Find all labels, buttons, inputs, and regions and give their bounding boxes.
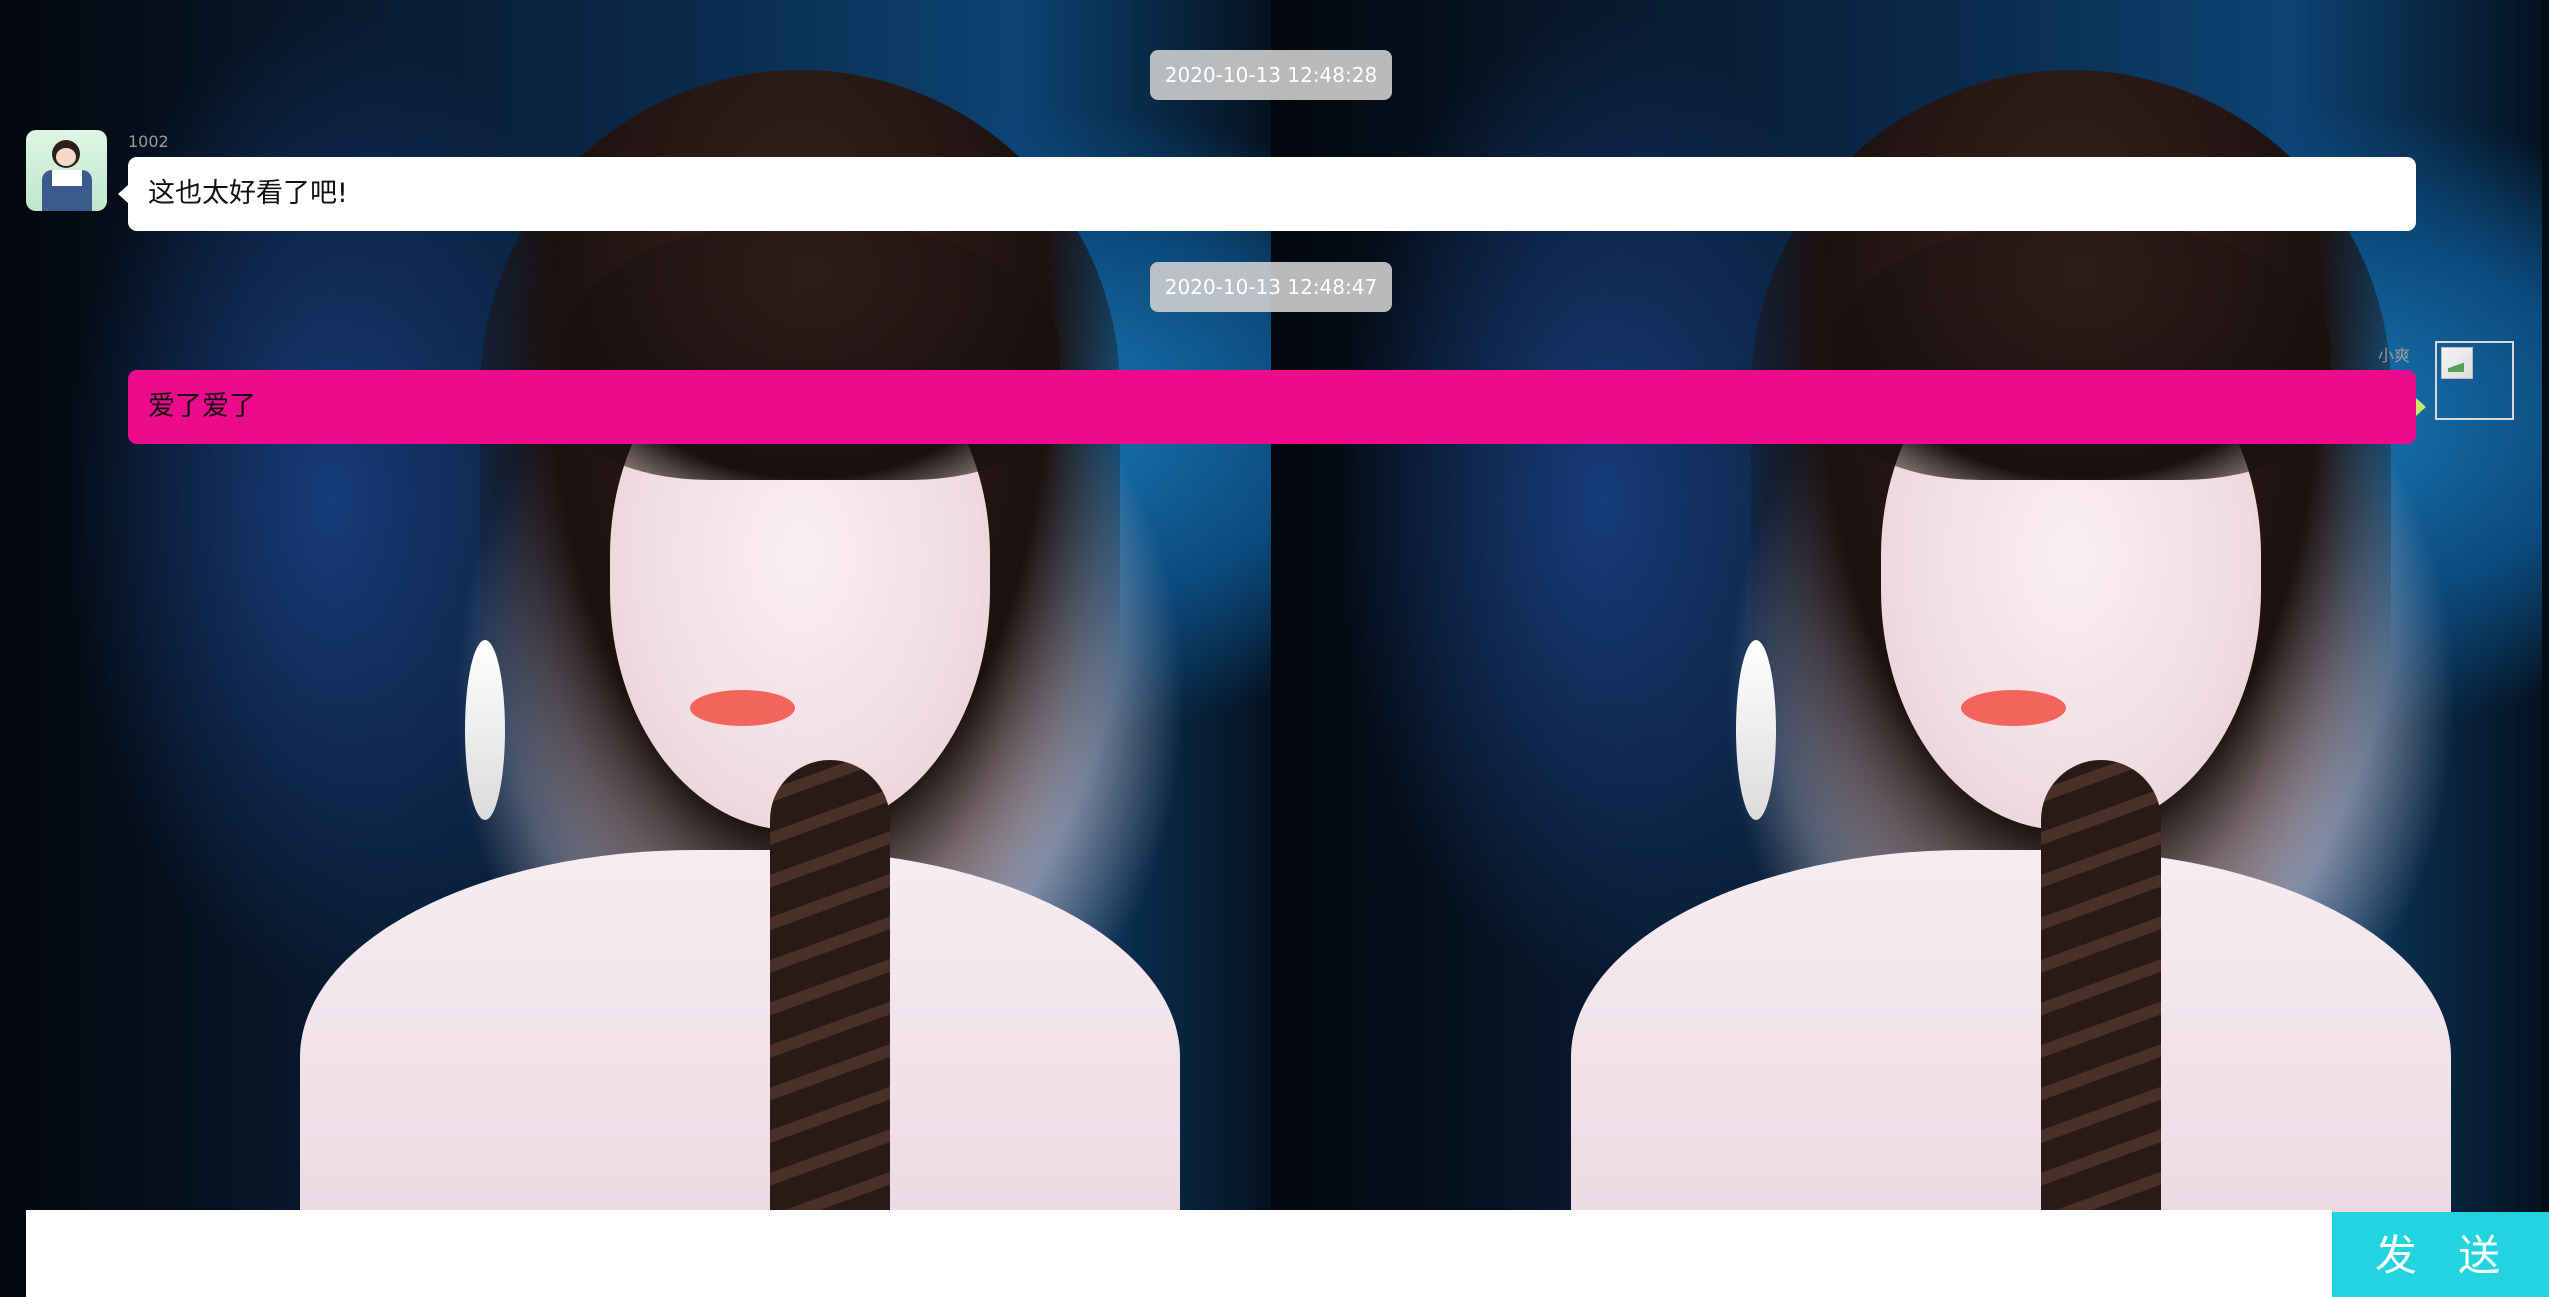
incoming-message-bubble: 这也太好看了吧! (118, 157, 2416, 231)
self-name: 小爽 (2378, 346, 2411, 365)
message-timestamp: 2020-10-13 12:48:28 (1150, 50, 1392, 100)
send-button[interactable]: 发 送 (2332, 1212, 2549, 1297)
wallpaper-lips (1961, 690, 2066, 726)
avatar-shirt (52, 170, 82, 186)
message-input[interactable] (26, 1210, 2332, 1297)
wallpaper-earring (465, 640, 505, 820)
sender-name: 1002 (128, 132, 169, 151)
sender-avatar[interactable] (26, 130, 107, 211)
wallpaper-lips (690, 690, 795, 726)
message-timestamp: 2020-10-13 12:48:47 (1150, 262, 1392, 312)
wallpaper-earring (1736, 640, 1776, 820)
broken-image-icon (2441, 347, 2473, 379)
self-avatar[interactable] (2435, 341, 2514, 420)
avatar-face (56, 148, 76, 166)
outgoing-message-bubble: 爱了爱了 (128, 370, 2426, 444)
chat-screen: 2020-10-13 12:48:28 1002 这也太好看了吧! 2020-1… (0, 0, 2549, 1297)
